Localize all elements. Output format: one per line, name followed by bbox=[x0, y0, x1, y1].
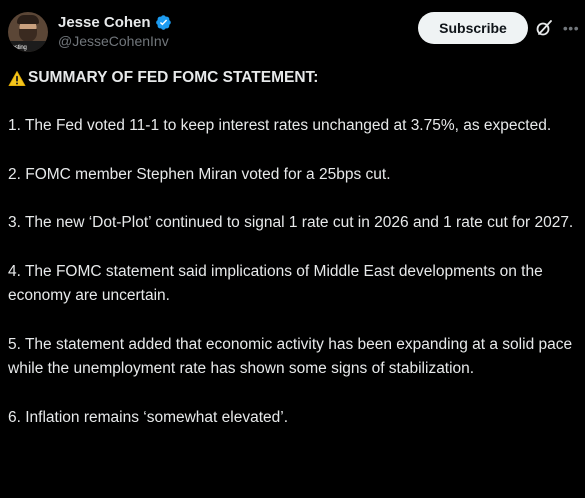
verified-badge-icon bbox=[155, 14, 171, 30]
post-point: 3. The new ‘Dot-Plot’ continued to signa… bbox=[8, 214, 574, 231]
display-name[interactable]: Jesse Cohen bbox=[58, 14, 151, 31]
post-point: 2. FOMC member Stephen Miran voted for a… bbox=[8, 165, 391, 183]
post-point: 4. The FOMC statement said implications … bbox=[8, 262, 543, 305]
post-point: 1. The Fed voted 11-1 to keep interest r… bbox=[8, 117, 552, 134]
post-title: SUMMARY OF FED FOMC STATEMENT: bbox=[8, 66, 578, 90]
post-title-text: SUMMARY OF FED FOMC STATEMENT: bbox=[28, 68, 319, 86]
post-point: 5. The statement added that economic act… bbox=[8, 335, 573, 378]
tweet-header: vesting Jesse Cohen @JesseCohenInv Subsc… bbox=[8, 8, 579, 52]
tweet: vesting Jesse Cohen @JesseCohenInv Subsc… bbox=[0, 0, 585, 498]
handle[interactable]: @JesseCohenInv bbox=[58, 33, 172, 49]
avatar[interactable]: vesting bbox=[8, 12, 48, 52]
warning-icon bbox=[8, 70, 26, 86]
subscribe-button[interactable]: Subscribe bbox=[418, 12, 528, 44]
grok-slash-icon[interactable] bbox=[535, 19, 553, 37]
post-body: SUMMARY OF FED FOMC STATEMENT: 1. The Fe… bbox=[8, 66, 578, 430]
post-point: 6. Inflation remains ‘somewhat elevated’… bbox=[8, 408, 289, 426]
ellipsis-icon[interactable]: ••• bbox=[561, 18, 581, 38]
avatar-caption: vesting bbox=[9, 45, 27, 51]
author-block: Jesse Cohen @JesseCohenInv bbox=[58, 12, 172, 49]
